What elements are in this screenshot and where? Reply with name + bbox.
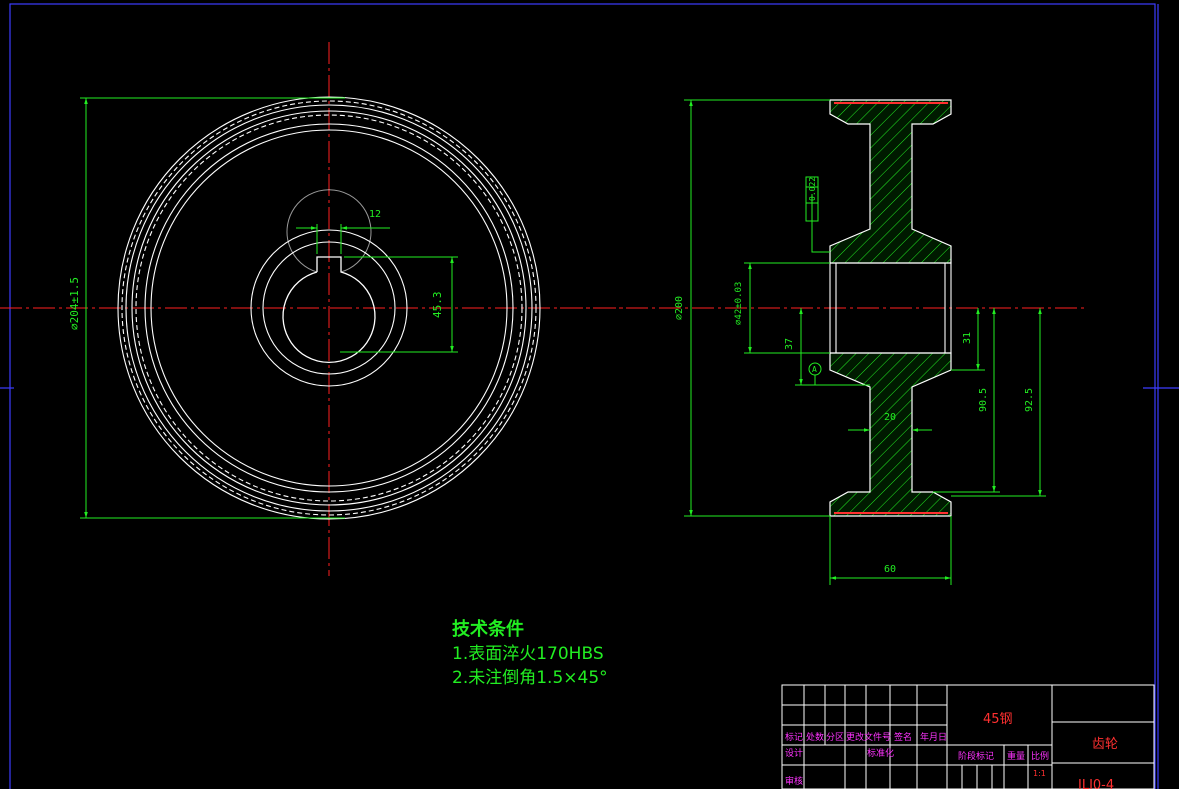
scale-value: 1:1 — [1033, 769, 1046, 778]
section-bottom — [829, 352, 952, 517]
dim-90-5-label: 90.5 — [978, 388, 989, 412]
side-view: ∅200 ∅42±0.03 37 31 90.5 92.5 20 60 0.02… — [560, 99, 1085, 585]
header-mark: 标记 — [785, 731, 803, 743]
datum-label: A — [812, 365, 817, 374]
web-width-label: 20 — [884, 412, 896, 423]
side-outer-dia-label: ∅200 — [674, 296, 685, 320]
header-zone: 分区 — [826, 732, 844, 743]
header-count: 处数 — [806, 731, 824, 743]
keyway-width-label: 12 — [369, 209, 381, 220]
title-block-text: 45钢 齿轮 JLJ0-4 标记 处数 分区 更改文件号 签名 年月日 设计 标… — [785, 712, 1118, 789]
drawing-number-label: JLJ0-4 — [1077, 778, 1114, 789]
front-view: ∅204±1.5 12 45.3 — [0, 42, 640, 576]
part-name-label: 齿轮 — [1092, 737, 1118, 752]
front-centerlines — [0, 42, 640, 576]
standardize-label: 标准化 — [867, 747, 894, 759]
header-date: 年月日 — [920, 731, 947, 743]
tech-note-1: 1.表面淬火170HBS — [452, 644, 604, 664]
tech-note-2: 2.未注倒角1.5×45° — [452, 668, 608, 688]
material-label: 45钢 — [983, 712, 1013, 727]
rim-31-label: 31 — [962, 332, 973, 344]
dim-92-5-label: 92.5 — [1024, 388, 1035, 412]
review-label: 审核 — [785, 775, 803, 787]
front-outer-dia-label: ∅204±1.5 — [68, 277, 81, 330]
header-change-doc: 更改文件号 — [846, 731, 891, 743]
bore-dia-label: ∅42±0.03 — [734, 282, 744, 325]
tech-notes-title: 技术条件 — [452, 619, 524, 640]
face-width-label: 60 — [884, 564, 896, 575]
header-signature: 签名 — [894, 731, 912, 743]
tolerance-frame-label: 0.022 — [808, 177, 817, 201]
weight-label: 重量 — [1007, 750, 1025, 762]
ratio-label: 比例 — [1031, 750, 1049, 762]
technical-notes: 技术条件 1.表面淬火170HBS 2.未注倒角1.5×45° — [452, 618, 608, 690]
stage-mark-label: 阶段标记 — [958, 750, 994, 762]
hub-37-label: 37 — [784, 338, 795, 350]
keyway-depth-label: 45.3 — [431, 292, 444, 319]
design-label: 设计 — [785, 747, 803, 759]
section-top — [829, 99, 952, 264]
